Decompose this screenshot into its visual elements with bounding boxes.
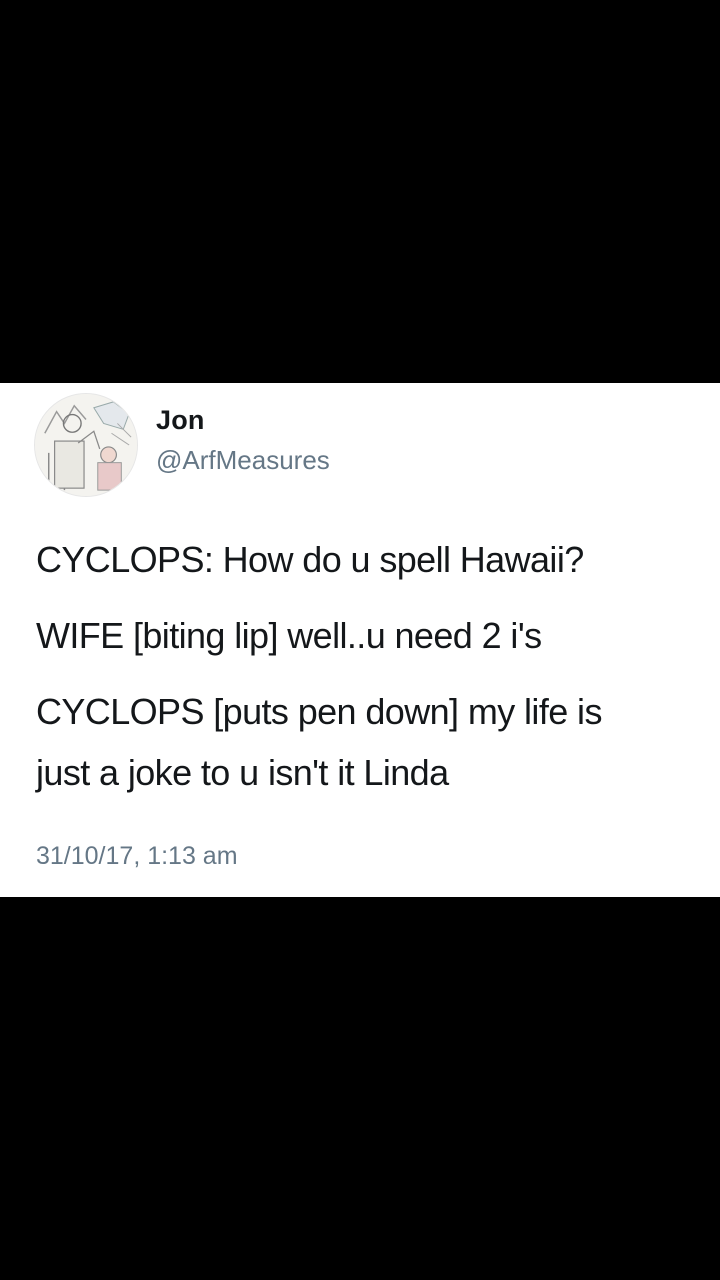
- sketch-avatar-icon: [35, 394, 137, 496]
- tweet-line: just a joke to u isn't it Linda: [36, 752, 449, 793]
- tweet-line: CYCLOPS: How do u spell Hawaii?: [36, 539, 584, 580]
- tweet-line: CYCLOPS [puts pen down] my life is: [36, 691, 602, 732]
- screenshot-frame: Jon @ArfMeasures CYCLOPS: How do u spell…: [0, 0, 720, 1280]
- author-handle[interactable]: @ArfMeasures: [156, 445, 330, 476]
- avatar[interactable]: [34, 393, 138, 497]
- tweet-line: WIFE [biting lip] well..u need 2 i's: [36, 615, 542, 656]
- tweet-card[interactable]: Jon @ArfMeasures CYCLOPS: How do u spell…: [0, 383, 720, 897]
- tweet-timestamp[interactable]: 31/10/17, 1:13 am: [36, 842, 238, 871]
- author-display-name[interactable]: Jon: [156, 405, 205, 436]
